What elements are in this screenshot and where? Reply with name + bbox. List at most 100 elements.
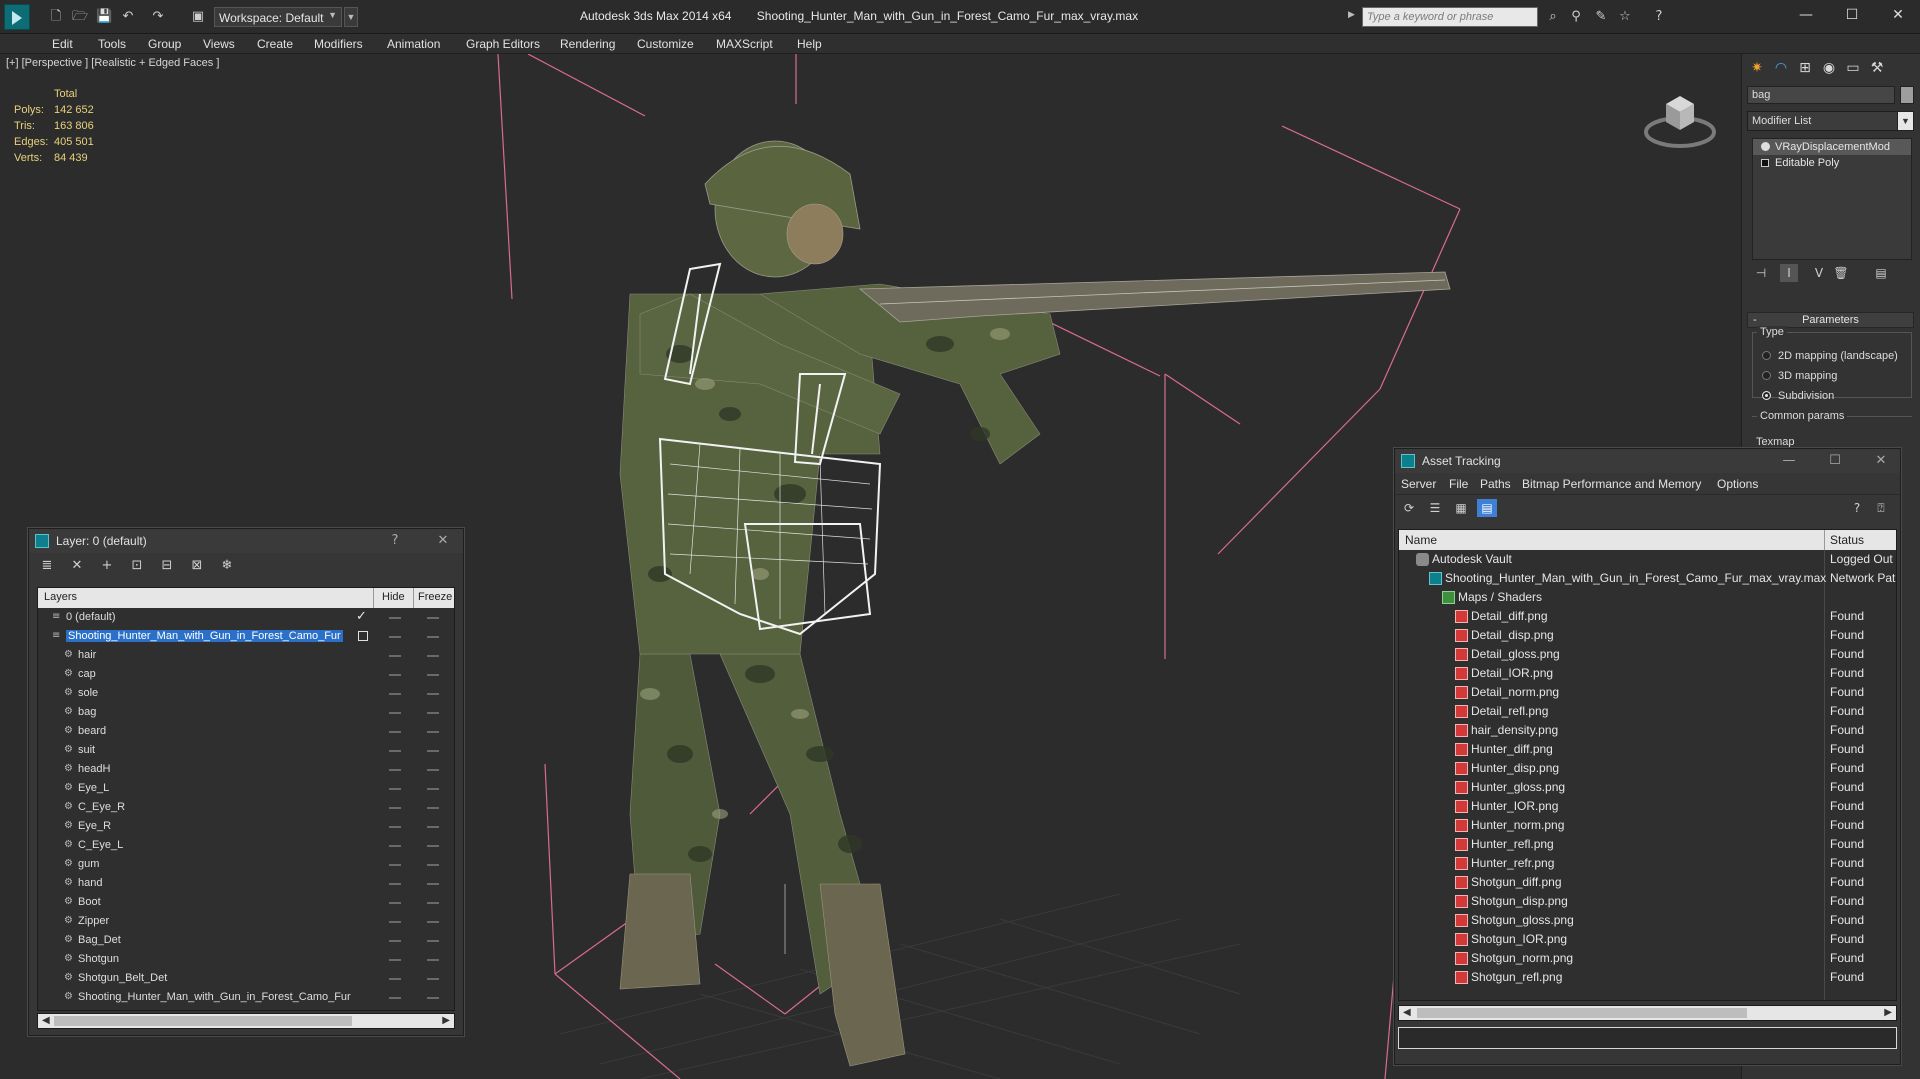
asset-row[interactable]: Hunter_refl.png Found xyxy=(1399,835,1896,854)
highlight-layer-icon[interactable]: ⊟ xyxy=(157,557,177,575)
hide-toggle[interactable] xyxy=(389,940,401,942)
layer-row[interactable]: ⚙ headH xyxy=(38,760,454,779)
stack-item-editable-poly[interactable]: Editable Poly xyxy=(1753,155,1911,171)
layer-row[interactable]: ⚙ gum xyxy=(38,855,454,874)
hide-toggle[interactable] xyxy=(389,826,401,828)
hide-toggle[interactable] xyxy=(389,731,401,733)
hide-toggle[interactable] xyxy=(389,902,401,904)
column-freeze[interactable]: Freeze xyxy=(418,591,452,603)
layer-row-name[interactable]: Bag_Det xyxy=(78,934,121,946)
search-expand-icon[interactable]: ▶ xyxy=(1348,9,1355,20)
help-icon[interactable]: ? xyxy=(1847,499,1867,517)
asset-row[interactable]: Detail_disp.png Found xyxy=(1399,626,1896,645)
column-status[interactable]: Status xyxy=(1830,533,1864,547)
asset-row[interactable]: Hunter_norm.png Found xyxy=(1399,816,1896,835)
freeze-toggle[interactable] xyxy=(427,617,439,619)
table-view-icon[interactable]: ▦ xyxy=(1451,499,1471,517)
freeze-toggle[interactable] xyxy=(427,921,439,923)
asset-row[interactable]: Hunter_refr.png Found xyxy=(1399,854,1896,873)
radio-subdivision[interactable]: Subdivision xyxy=(1762,390,1834,402)
layer-row-name[interactable]: Shotgun xyxy=(78,953,119,965)
asset-row[interactable]: Detail_diff.png Found xyxy=(1399,607,1896,626)
help-button[interactable]: ? xyxy=(385,532,405,550)
hide-toggle[interactable] xyxy=(389,693,401,695)
freeze-toggle[interactable] xyxy=(427,807,439,809)
asset-row[interactable]: Shotgun_disp.png Found xyxy=(1399,892,1896,911)
asset-row[interactable]: Detail_norm.png Found xyxy=(1399,683,1896,702)
binoculars-icon[interactable]: ⌕ xyxy=(1544,9,1562,25)
freeze-toggle[interactable] xyxy=(427,883,439,885)
dialog-title-bar[interactable]: Layer: 0 (default) ? ✕ xyxy=(29,529,463,553)
freeze-toggle[interactable] xyxy=(427,978,439,980)
undo-icon[interactable]: ↶ xyxy=(120,9,136,25)
freeze-toggle[interactable] xyxy=(427,997,439,999)
freeze-toggle[interactable] xyxy=(427,788,439,790)
menu-create[interactable]: Create xyxy=(257,37,293,51)
help-icon[interactable]: ? xyxy=(1650,9,1668,25)
asset-row[interactable]: Shooting_Hunter_Man_with_Gun_in_Forest_C… xyxy=(1399,569,1896,588)
show-end-result-icon[interactable]: I xyxy=(1780,264,1798,282)
layer-row-name[interactable]: beard xyxy=(78,725,106,737)
freeze-toggle[interactable] xyxy=(427,731,439,733)
layer-row[interactable]: ⚙ sole xyxy=(38,684,454,703)
layer-row[interactable]: ⚙ C_Eye_L xyxy=(38,836,454,855)
menu-server[interactable]: Server xyxy=(1401,477,1436,491)
hide-toggle[interactable] xyxy=(389,788,401,790)
motion-tab-icon[interactable]: ◉ xyxy=(1818,58,1840,78)
maximize-button[interactable]: ☐ xyxy=(1830,4,1874,26)
menu-views[interactable]: Views xyxy=(203,37,235,51)
layer-row[interactable]: ⚙ suit xyxy=(38,741,454,760)
menu-file[interactable]: File xyxy=(1449,477,1468,491)
hide-toggle[interactable] xyxy=(389,883,401,885)
layer-row-name[interactable]: Boot xyxy=(78,896,101,908)
create-tab-icon[interactable]: ✷ xyxy=(1746,58,1768,78)
scroll-left-icon[interactable]: ◀ xyxy=(42,1014,50,1028)
menu-paths[interactable]: Paths xyxy=(1480,477,1511,491)
maximize-button[interactable]: ☐ xyxy=(1825,452,1845,470)
close-button[interactable]: ✕ xyxy=(1876,4,1920,26)
freeze-toggle[interactable] xyxy=(427,674,439,676)
pin-stack-icon[interactable]: ⊣ xyxy=(1752,264,1770,282)
layer-row-name[interactable]: Shotgun_Belt_Det xyxy=(78,972,167,984)
layer-row[interactable]: ⚙ Bag_Det xyxy=(38,931,454,950)
freeze-toggle[interactable] xyxy=(427,750,439,752)
project-folder-icon[interactable]: ▣ xyxy=(190,9,206,25)
menu-rendering[interactable]: Rendering xyxy=(560,37,615,51)
new-layer-icon[interactable]: ≣ xyxy=(37,557,57,575)
layer-row-name[interactable]: suit xyxy=(78,744,95,756)
hide-toggle[interactable] xyxy=(389,655,401,657)
configure-sets-icon[interactable]: ▤ xyxy=(1872,264,1890,282)
column-name[interactable]: Name xyxy=(1405,533,1437,547)
select-objects-icon[interactable]: ⊡ xyxy=(127,557,147,575)
refresh-icon[interactable]: ⟳ xyxy=(1399,499,1419,517)
minimize-button[interactable]: — xyxy=(1784,4,1828,26)
asset-path-field[interactable] xyxy=(1398,1027,1897,1049)
subscription-icon[interactable]: ⚲ xyxy=(1567,9,1585,25)
chevron-down-icon[interactable]: ▼ xyxy=(1897,111,1914,131)
asset-row[interactable]: Shotgun_refl.png Found xyxy=(1399,968,1896,987)
layer-row-name[interactable]: headH xyxy=(78,763,110,775)
column-layers[interactable]: Layers xyxy=(44,591,77,603)
menu-modifiers[interactable]: Modifiers xyxy=(314,37,363,51)
layer-row[interactable]: ≡ 0 (default) ✓ xyxy=(38,608,454,627)
layer-row[interactable]: ⚙ Shotgun xyxy=(38,950,454,969)
menu-options[interactable]: Options xyxy=(1717,477,1758,491)
freeze-toggle[interactable] xyxy=(427,655,439,657)
freeze-toggle[interactable] xyxy=(427,693,439,695)
freeze-toggle[interactable] xyxy=(427,636,439,638)
menu-customize[interactable]: Customize xyxy=(637,37,694,51)
asset-row[interactable]: Detail_gloss.png Found xyxy=(1399,645,1896,664)
horizontal-scrollbar[interactable]: ◀ ▶ xyxy=(37,1013,455,1029)
asset-row[interactable]: Detail_refl.png Found xyxy=(1399,702,1896,721)
layer-row-name[interactable]: hand xyxy=(78,877,102,889)
layer-row-name[interactable]: 0 (default) xyxy=(66,611,116,623)
viewcube-icon[interactable] xyxy=(1640,84,1720,154)
layer-row[interactable]: ⚙ hand xyxy=(38,874,454,893)
remove-modifier-icon[interactable]: 🗑 xyxy=(1832,264,1850,282)
menu-edit[interactable]: Edit xyxy=(52,37,73,51)
menu-group[interactable]: Group xyxy=(148,37,181,51)
hide-toggle[interactable] xyxy=(389,864,401,866)
layer-row[interactable]: ⚙ hair xyxy=(38,646,454,665)
scrollbar-thumb[interactable] xyxy=(1417,1008,1747,1018)
hide-toggle[interactable] xyxy=(389,978,401,980)
